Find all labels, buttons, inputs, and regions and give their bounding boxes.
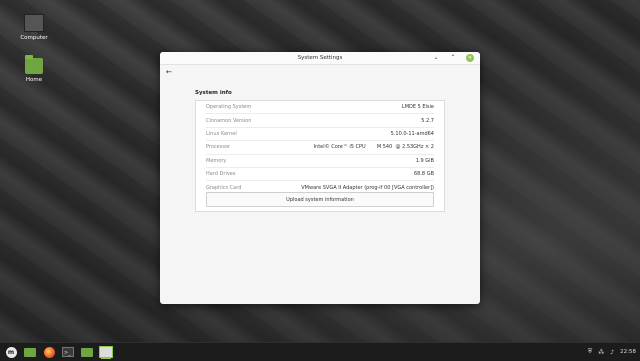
taskbar-files-window[interactable] bbox=[79, 345, 95, 359]
info-row-os: Operating System LMDE 5 Elsie bbox=[206, 101, 434, 115]
upload-system-info-button[interactable]: Upload system information bbox=[206, 192, 434, 207]
info-value: Intel© Core™ i5 CPU M 540 @ 2.53GHz × 2 bbox=[313, 144, 434, 151]
info-key: Memory bbox=[206, 157, 227, 164]
taskbar-firefox-launcher[interactable] bbox=[41, 345, 57, 359]
info-key: Processor bbox=[206, 144, 231, 151]
firefox-icon bbox=[43, 346, 55, 358]
folder-icon bbox=[81, 347, 93, 357]
window-controls: ⌄ ⌃ ✕ bbox=[432, 52, 474, 64]
maximize-button[interactable]: ⌃ bbox=[449, 52, 457, 64]
info-key: Linux Kernel bbox=[206, 130, 237, 137]
network-icon[interactable]: ⁂ bbox=[598, 349, 604, 356]
taskbar-system-settings-window[interactable] bbox=[98, 345, 114, 359]
settings-icon bbox=[99, 346, 113, 358]
back-button[interactable]: ← bbox=[166, 68, 172, 76]
computer-icon bbox=[24, 14, 44, 35]
shield-icon[interactable]: ⛨ bbox=[588, 348, 593, 356]
desktop-icon-computer[interactable]: Computer bbox=[12, 14, 56, 41]
desktop-icon-label: Home bbox=[25, 77, 43, 83]
system-settings-window: System Settings ⌄ ⌃ ✕ ← System info Oper… bbox=[160, 52, 480, 304]
home-folder-icon bbox=[25, 55, 43, 74]
info-key: Operating System bbox=[206, 104, 252, 111]
menu-button[interactable]: m bbox=[3, 345, 19, 359]
terminal-icon: >_ bbox=[62, 347, 74, 357]
info-value: 5.2.7 bbox=[421, 117, 434, 124]
info-value: 5.10.0-11-amd64 bbox=[390, 130, 434, 137]
info-row-cinnamon: Cinnamon Version 5.2.7 bbox=[206, 114, 434, 128]
info-value: 68.8 GB bbox=[413, 171, 434, 178]
info-value: 1.9 GiB bbox=[415, 157, 434, 164]
clock[interactable]: 22:58 bbox=[620, 349, 636, 355]
mint-logo-icon: m bbox=[5, 346, 17, 358]
info-row-processor: Processor Intel© Core™ i5 CPU M 540 @ 2.… bbox=[206, 141, 434, 155]
window-titlebar[interactable]: System Settings ⌄ ⌃ ✕ bbox=[160, 52, 480, 65]
info-key: Cinnamon Version bbox=[206, 117, 252, 124]
minimize-button[interactable]: ⌄ bbox=[432, 52, 440, 64]
panel-title: System info bbox=[195, 90, 232, 96]
system-info-box: Operating System LMDE 5 Elsie Cinnamon V… bbox=[195, 100, 445, 212]
taskbar-files-launcher[interactable] bbox=[22, 345, 38, 359]
window-title: System Settings bbox=[297, 55, 343, 61]
info-value: LMDE 5 Elsie bbox=[401, 104, 434, 111]
folder-icon bbox=[24, 347, 36, 357]
volume-icon[interactable]: ♪ bbox=[610, 349, 614, 356]
taskbar-terminal-launcher[interactable]: >_ bbox=[60, 345, 76, 359]
info-row-hard-drives: Hard Drives 68.8 GB bbox=[206, 168, 434, 182]
system-tray: ⛨ ⁂ ♪ 22:58 bbox=[588, 343, 636, 361]
info-value: VMware SVGA II Adapter (prog-if 00 [VGA … bbox=[301, 184, 434, 191]
info-row-memory: Memory 1.9 GiB bbox=[206, 155, 434, 168]
close-button[interactable]: ✕ bbox=[466, 54, 474, 62]
desktop-icon-home[interactable]: Home bbox=[12, 55, 56, 83]
taskbar: m >_ ⛨ ⁂ ♪ 22:58 bbox=[0, 342, 640, 361]
info-row-kernel: Linux Kernel 5.10.0-11-amd64 bbox=[206, 128, 434, 142]
desktop-icon-label: Computer bbox=[20, 35, 48, 41]
info-key: Hard Drives bbox=[206, 171, 236, 178]
info-key: Graphics Card bbox=[206, 184, 242, 191]
